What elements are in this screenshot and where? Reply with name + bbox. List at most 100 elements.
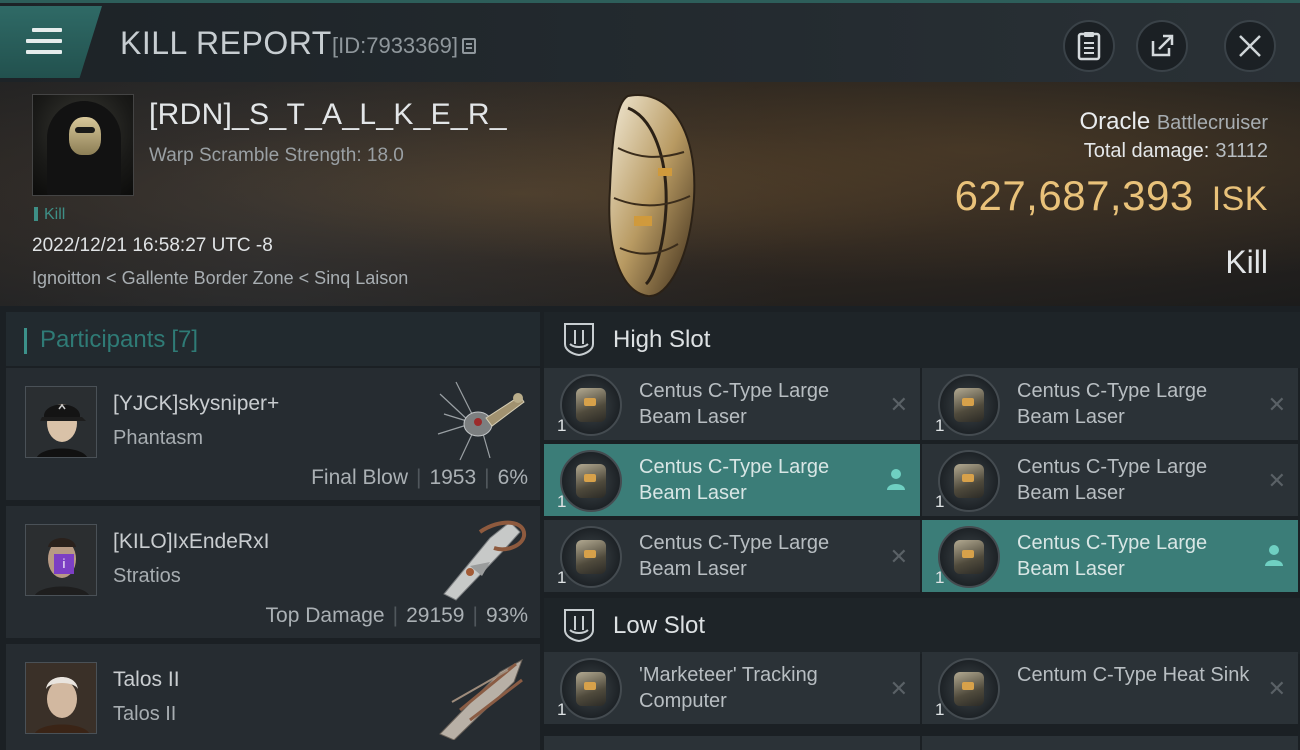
participant-stats: Final Blow | 1953 | 6% — [311, 466, 528, 489]
stat-label: Final Blow — [311, 466, 408, 489]
participants-label: Participants — [40, 326, 166, 353]
module-name: Centus C-Type Large Beam Laser — [639, 532, 830, 580]
kill-tag: Kill — [34, 206, 65, 224]
module-item[interactable]: 1 Centus C-Type Large Beam Laser — [922, 520, 1298, 592]
fitting-panel: High Slot 1 Centus C-Type Large Beam Lase… — [544, 312, 1300, 750]
module-icon — [938, 658, 1000, 720]
high-slot-header: High Slot — [544, 312, 1300, 368]
menu-button[interactable] — [0, 6, 102, 78]
participant-row[interactable]: Talos II Talos II — [6, 644, 540, 750]
ship-class: Battlecruiser — [1156, 112, 1268, 134]
participant-ship: Stratios — [113, 565, 181, 587]
warp-scramble-strength: Warp Scramble Strength: 18.0 — [149, 145, 404, 166]
stat-damage: 29159 — [406, 604, 465, 627]
module-item[interactable]: 1 Centus C-Type Large Beam Laser ✕ — [544, 368, 920, 440]
copy-icon[interactable] — [461, 38, 476, 54]
corporation-badge: i — [54, 554, 74, 574]
destroyed-x-icon: ✕ — [889, 392, 908, 417]
destroyed-x-icon: ✕ — [1267, 468, 1286, 493]
close-icon — [1239, 35, 1261, 57]
total-damage-value: 31112 — [1215, 140, 1268, 162]
destroyed-x-icon: ✕ — [889, 676, 908, 701]
module-icon — [560, 526, 622, 588]
menu-icon — [26, 28, 62, 56]
participant-avatar[interactable] — [25, 386, 97, 458]
isk-amount: 627,687,393 — [954, 172, 1194, 219]
module-name: Centum C-Type Heat Sink — [1017, 664, 1250, 686]
module-quantity: 1 — [557, 492, 567, 511]
dropped-person-icon — [1265, 545, 1283, 566]
page-title: KILL REPORT — [120, 25, 332, 61]
module-item[interactable]: 1 'Marketeer' Tracking Computer ✕ — [544, 652, 920, 724]
header-bar: KILL REPORT [ID:7933369] — [0, 0, 1300, 82]
participant-ship: Phantasm — [113, 427, 204, 449]
low-slot-icon — [564, 609, 594, 642]
module-quantity: 1 — [557, 700, 567, 719]
participants-header[interactable]: Participants [7] — [6, 312, 540, 366]
module-quantity: 1 — [935, 416, 945, 435]
total-damage: Total damage: 31112 — [1084, 140, 1268, 163]
stat-percent: 6% — [497, 466, 528, 489]
victim-portrait[interactable] — [32, 94, 134, 196]
participants-panel: Participants [7] [YJCK]skysniper+ Phantas… — [6, 312, 540, 750]
stat-damage: 1953 — [429, 466, 477, 489]
module-name: Centus C-Type Large Beam Laser — [639, 380, 830, 428]
victim-ship-name[interactable]: Oracle Battlecruiser — [1079, 108, 1268, 136]
module-name: Centus C-Type Large Beam Laser — [1017, 532, 1208, 580]
victim-banner: [RDN]_S_T_A_L_K_E_R_ Warp Scramble Stren… — [0, 82, 1300, 306]
destroyed-x-icon: ✕ — [1267, 392, 1286, 417]
high-slot-title: High Slot — [613, 326, 711, 353]
kill-datetime: 2022/12/21 16:58:27 UTC -8 — [32, 235, 273, 256]
ship-name: Oracle — [1079, 108, 1151, 135]
stat-label: Top Damage — [265, 604, 385, 627]
isk-value: 627,687,393 ISK — [955, 172, 1268, 220]
portrait-image — [26, 663, 96, 733]
module-item[interactable]: 1 Centum C-Type Heat Sink ✕ — [922, 652, 1298, 724]
module-name: Centus C-Type Large Beam Laser — [1017, 380, 1208, 428]
low-slot-header: Low Slot — [544, 598, 1300, 654]
module-item[interactable]: 1 Centus C-Type Large Beam Laser ✕ — [922, 444, 1298, 516]
module-icon — [560, 374, 622, 436]
module-item-partial[interactable] — [544, 736, 920, 750]
participant-name: Talos II — [113, 668, 180, 691]
module-item[interactable]: 1 Centus C-Type Large Beam Laser ✕ — [922, 368, 1298, 440]
participant-row[interactable]: [YJCK]skysniper+ Phantasm Final Blow | 195… — [6, 368, 540, 500]
kill-id[interactable]: [ID:7933369] — [332, 33, 476, 59]
participant-name: [KILO]IxEndeRxI — [113, 530, 270, 553]
module-item[interactable]: 1 Centus C-Type Large Beam Laser ✕ — [544, 520, 920, 592]
module-quantity: 1 — [935, 700, 945, 719]
participants-count: [7] — [171, 326, 199, 353]
close-button[interactable] — [1224, 20, 1276, 72]
kill-location[interactable]: Ignoitton < Gallente Border Zone < Sinq … — [32, 268, 408, 289]
kill-id-text: [ID:7933369] — [332, 33, 458, 58]
module-quantity: 1 — [935, 568, 945, 587]
portrait-image — [26, 387, 96, 457]
participant-ship: Talos II — [113, 703, 177, 725]
module-icon — [560, 658, 622, 720]
participant-row[interactable]: i [KILO]IxEndeRxI Stratios Top Damage | 29… — [6, 506, 540, 638]
module-icon — [938, 374, 1000, 436]
participant-name: [YJCK]skysniper+ — [113, 392, 280, 415]
participant-avatar[interactable] — [25, 662, 97, 734]
high-slot-icon — [564, 323, 594, 356]
module-item-partial[interactable] — [922, 736, 1298, 750]
share-icon — [1151, 34, 1174, 57]
participant-ship-image — [443, 520, 527, 601]
module-name: Centus C-Type Large Beam Laser — [639, 456, 830, 504]
destroyed-x-icon: ✕ — [889, 544, 908, 569]
module-name: Centus C-Type Large Beam Laser — [1017, 456, 1208, 504]
clipboard-button[interactable] — [1063, 20, 1115, 72]
share-button[interactable] — [1136, 20, 1188, 72]
module-item[interactable]: 1 Centus C-Type Large Beam Laser — [544, 444, 920, 516]
module-icon — [560, 450, 622, 512]
module-icon — [938, 526, 1000, 588]
module-name: 'Marketeer' Tracking Computer — [639, 664, 818, 712]
participant-ship-image — [439, 658, 523, 740]
module-quantity: 1 — [935, 492, 945, 511]
clipboard-icon — [1077, 32, 1101, 61]
destroyed-x-icon: ✕ — [1267, 676, 1286, 701]
victim-name[interactable]: [RDN]_S_T_A_L_K_E_R_ — [149, 98, 507, 132]
module-quantity: 1 — [557, 568, 567, 587]
participants-title: Participants [7] — [23, 326, 199, 354]
victim-ship-image[interactable] — [598, 88, 708, 302]
